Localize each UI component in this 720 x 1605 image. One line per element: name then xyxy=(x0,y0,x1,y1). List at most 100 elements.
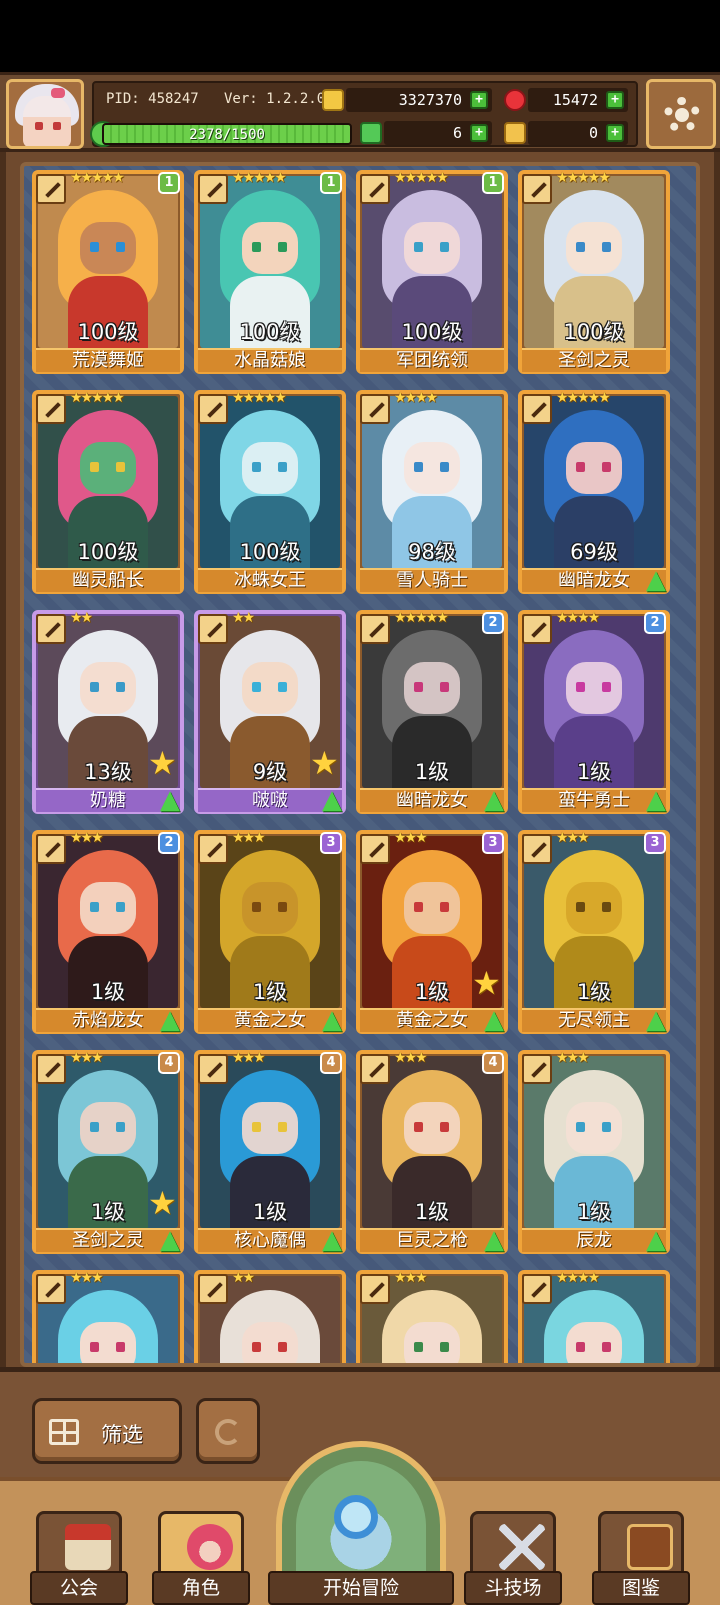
character-card[interactable]: ★★★★ 2 1级 蛮牛勇士 ▲ xyxy=(518,610,670,814)
portrait-eye xyxy=(440,242,449,252)
portrait-eye xyxy=(576,902,585,912)
rank-badge: 3 xyxy=(320,832,342,854)
character-name: 巨灵之枪 xyxy=(360,1228,504,1252)
weapon-type-icon xyxy=(522,1274,552,1304)
character-card[interactable]: ★★ xyxy=(194,1270,346,1363)
portrait-eye xyxy=(576,1122,585,1132)
upgrade-arrow-icon: ▲ xyxy=(322,785,342,815)
upgrade-arrow-icon: ▲ xyxy=(646,785,666,815)
portrait-eye xyxy=(414,462,423,472)
weapon-type-icon xyxy=(198,1054,228,1084)
star-rating: ★★★★★ xyxy=(394,610,449,626)
gear-center xyxy=(675,108,689,122)
filter-button[interactable]: 筛选 xyxy=(32,1398,182,1464)
portrait-eye xyxy=(602,682,611,692)
player-avatar[interactable] xyxy=(6,79,84,149)
star-rating: ★★★★ xyxy=(556,610,600,626)
portrait-eye xyxy=(90,462,99,472)
character-card[interactable]: ★★★★★ 1 100级 荒漠舞姬 xyxy=(32,170,184,374)
weapon-type-icon xyxy=(360,834,390,864)
character-card[interactable]: ★★★ 3 1级 黄金之女 ★ ▲ xyxy=(356,830,508,1034)
weapon-type-icon xyxy=(360,1274,390,1304)
character-card[interactable]: ★★★★ 98级 雪人骑士 xyxy=(356,390,508,594)
portrait-eye xyxy=(414,242,423,252)
character-card[interactable]: ★★★★★ 100级 幽灵船长 xyxy=(32,390,184,594)
character-card[interactable]: ★★★ 4 1级 圣剑之灵 ★ ▲ xyxy=(32,1050,184,1254)
portrait-eye xyxy=(414,1342,423,1352)
portrait-eye xyxy=(90,1122,99,1132)
character-card[interactable]: ★★★★★ 100级 圣剑之灵 xyxy=(518,170,670,374)
character-name: 雪人骑士 xyxy=(360,568,504,592)
character-card[interactable]: ★★★★★ 2 1级 幽暗龙女 ▲ xyxy=(356,610,508,814)
character-card[interactable]: ★★★ 2 1级 赤焰龙女 ▲ xyxy=(32,830,184,1034)
portrait-eye xyxy=(440,1342,449,1352)
add-gem-button[interactable]: + xyxy=(606,91,624,109)
portrait-eye xyxy=(440,902,449,912)
star-rating: ★★★★★ xyxy=(556,390,611,406)
weapon-type-icon xyxy=(360,1054,390,1084)
character-level: 69级 xyxy=(570,540,618,564)
character-card[interactable]: ★★★ 3 1级 无尽领主 ▲ xyxy=(518,830,670,1034)
character-grid[interactable]: ★★★★★ 1 100级 荒漠舞姬 ★★★★★ 1 100级 水晶菇娘 ★★★★★ 1 100级 军团… xyxy=(20,162,700,1367)
character-card[interactable]: ★★★★★ 1 100级 水晶菇娘 xyxy=(194,170,346,374)
character-card[interactable]: ★★ 9级 啵啵 ★ ▲ xyxy=(194,610,346,814)
settings-button[interactable] xyxy=(646,79,716,149)
clover-value: 6 xyxy=(452,124,462,142)
portrait-face xyxy=(404,1322,460,1363)
nav-codex[interactable]: 图鉴 xyxy=(592,1511,690,1605)
portrait-eye xyxy=(576,462,585,472)
rank-badge: 2 xyxy=(158,832,180,854)
character-card[interactable]: ★★★★ xyxy=(518,1270,670,1363)
character-card[interactable]: ★★★ 1级 辰龙 ▲ xyxy=(518,1050,670,1254)
portrait-eye xyxy=(414,1122,423,1132)
character-roster-frame: ★★★★★ 1 100级 荒漠舞姬 ★★★★★ 1 100级 水晶菇娘 ★★★★★ 1 100级 军团… xyxy=(0,152,720,1367)
portrait-eye xyxy=(116,1122,125,1132)
portrait-face xyxy=(404,1102,460,1154)
character-card[interactable]: ★★★ 3 1级 黄金之女 ▲ xyxy=(194,830,346,1034)
portrait-face xyxy=(566,882,622,934)
nav-adventure-label: 开始冒险 xyxy=(268,1571,454,1605)
star-rating: ★★★★★ xyxy=(70,170,125,186)
exp-bar: 2378/1500 xyxy=(102,123,352,145)
character-name: 荒漠舞姬 xyxy=(36,348,180,372)
character-name: 蛮牛勇士 xyxy=(522,788,666,812)
character-card[interactable]: ★★★ 4 1级 核心魔偶 ▲ xyxy=(194,1050,346,1254)
upgrade-arrow-icon: ▲ xyxy=(484,1225,504,1255)
character-card[interactable]: ★★★ 4 1级 巨灵之枪 ▲ xyxy=(356,1050,508,1254)
weapon-type-icon xyxy=(198,614,228,644)
nav-guild[interactable]: 公会 xyxy=(30,1511,128,1605)
character-card[interactable]: ★★★★★ 69级 幽暗龙女 ▲ xyxy=(518,390,670,594)
portrait-eye xyxy=(602,1122,611,1132)
character-level: 100级 xyxy=(77,320,139,344)
nav-adventure[interactable]: 开始冒险 xyxy=(268,1441,454,1605)
character-name: 军团统领 xyxy=(360,348,504,372)
refresh-icon xyxy=(215,1419,241,1445)
rank-badge: 4 xyxy=(482,1052,504,1074)
portrait-eye xyxy=(116,1342,125,1352)
nav-character[interactable]: 角色 xyxy=(152,1511,250,1605)
portrait-face xyxy=(80,222,136,274)
character-card[interactable]: ★★★ xyxy=(356,1270,508,1363)
portrait-face xyxy=(404,222,460,274)
add-key-button[interactable]: + xyxy=(606,124,624,142)
weapon-type-icon xyxy=(522,394,552,424)
exp-text: 2378/1500 xyxy=(189,127,265,143)
add-gold-button[interactable]: + xyxy=(470,91,488,109)
character-card[interactable]: ★★★★★ 100级 冰蛛女王 xyxy=(194,390,346,594)
upgrade-arrow-icon: ▲ xyxy=(160,785,180,815)
portrait-face xyxy=(80,882,136,934)
character-level: 1级 xyxy=(414,1200,450,1224)
character-card[interactable]: ★★★ xyxy=(32,1270,184,1363)
status-bar xyxy=(0,0,720,72)
character-name: 幽暗龙女 xyxy=(522,568,666,592)
character-card[interactable]: ★★ 13级 奶糖 ★ ▲ xyxy=(32,610,184,814)
key-icon xyxy=(504,122,526,144)
character-card[interactable]: ★★★★★ 1 100级 军团统领 xyxy=(356,170,508,374)
rank-badge: 3 xyxy=(644,832,666,854)
add-clover-button[interactable]: + xyxy=(470,124,488,142)
character-name: 啵啵 xyxy=(198,788,342,812)
nav-arena[interactable]: 斗技场 xyxy=(464,1511,562,1605)
refresh-button[interactable] xyxy=(196,1398,260,1464)
gem-value: 15472 xyxy=(552,91,598,109)
portrait-face xyxy=(242,662,298,714)
